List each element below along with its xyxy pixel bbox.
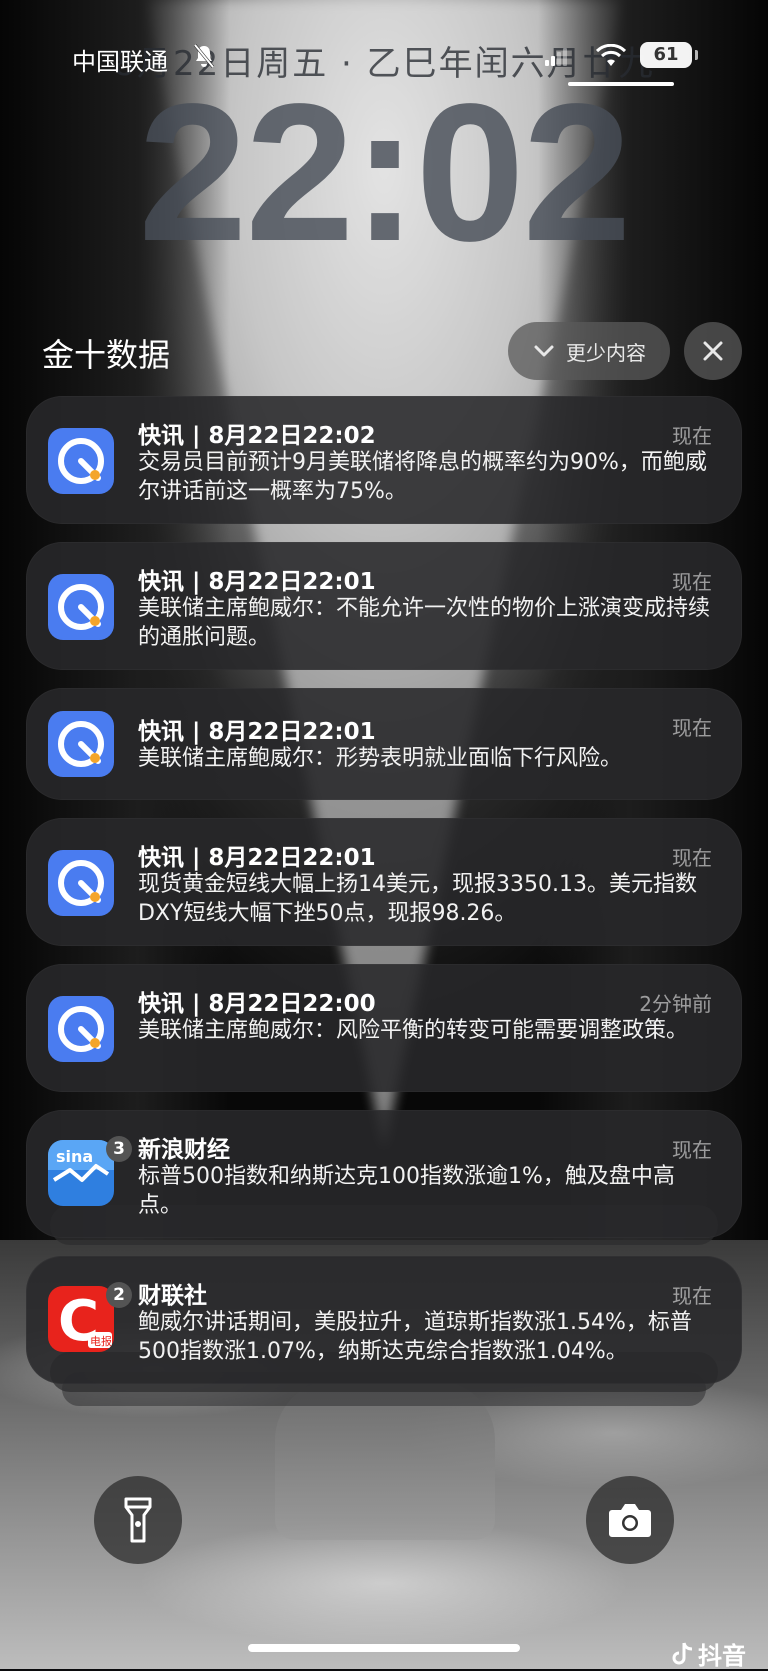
notification-title: 快讯 | 8月22日22:01 (138, 845, 376, 871)
notification-time: 现在 (672, 570, 712, 594)
notification-card[interactable]: 快讯 | 8月22日22:02 现在 交易员目前预计9月美联储将降息的概率约为9… (26, 396, 742, 524)
notification-card[interactable]: 快讯 | 8月22日22:01 现在 美联储主席鲍威尔：形势表明就业面临下行风险… (26, 688, 742, 800)
notification-group-title: 金十数据 (42, 336, 171, 374)
svg-text:电报: 电报 (90, 1334, 112, 1348)
jin10-app-icon (48, 574, 114, 640)
notification-card[interactable]: sina 3 新浪财经 现在 标普500指数和纳斯达克100指数涨逾1%，触及盘… (26, 1110, 742, 1238)
notification-body: 标普500指数和纳斯达克100指数涨逾1%，触及盘中高点。 (138, 1164, 675, 1218)
chevron-down-icon (534, 345, 554, 357)
svg-text:sina: sina (56, 1147, 93, 1166)
notification-time: 现在 (672, 1138, 712, 1162)
notification-time: 现在 (672, 424, 712, 448)
notification-body: 交易员目前预计9月美联储将降息的概率约为90%，而鲍威尔讲话前这一概率为75%。 (138, 450, 707, 504)
notification-card[interactable]: 快讯 | 8月22日22:01 现在 现货黄金短线大幅上扬14美元，现报3350… (26, 818, 742, 946)
lock-screen-clock: 22:02 (138, 63, 631, 282)
notification-title: 快讯 | 8月22日22:02 (138, 423, 376, 449)
battery-level: 61 (640, 42, 698, 68)
cls-app-icon: C 电报 (48, 1286, 114, 1352)
notification-title: 财联社 (138, 1283, 207, 1309)
jin10-app-icon (48, 996, 114, 1062)
clear-group-button[interactable] (684, 322, 742, 380)
notification-title: 快讯 | 8月22日22:01 (138, 569, 376, 595)
notification-time: 现在 (672, 846, 712, 870)
camera-button[interactable] (586, 1476, 674, 1564)
notification-time: 现在 (672, 1284, 712, 1308)
notification-title: 快讯 | 8月22日22:00 (138, 991, 376, 1017)
flashlight-icon (124, 1497, 152, 1543)
notification-card[interactable]: 快讯 | 8月22日22:01 现在 美联储主席鲍威尔：不能允许一次性的物价上涨… (26, 542, 742, 670)
douyin-watermark: 抖音 (672, 1636, 746, 1671)
show-less-button[interactable]: 更少内容 (508, 322, 670, 380)
jin10-app-icon (48, 428, 114, 494)
notification-time: 2分钟前 (639, 992, 712, 1016)
jin10-app-icon (48, 711, 114, 777)
notification-body: 美联储主席鲍威尔：不能允许一次性的物价上涨演变成持续的通胀问题。 (138, 596, 711, 650)
flashlight-button[interactable] (94, 1476, 182, 1564)
notification-body: 鲍威尔讲话期间，美股拉升，道琼斯指数涨1.54%，标普500指数涨1.07%，纳… (138, 1310, 692, 1364)
notification-time: 现在 (672, 716, 712, 740)
notification-count-badge: 3 (106, 1136, 132, 1162)
notification-card[interactable]: 快讯 | 8月22日22:00 2分钟前 美联储主席鲍威尔：风险平衡的转变可能需… (26, 964, 742, 1092)
notification-body: 美联储主席鲍威尔：形势表明就业面临下行风险。 (138, 746, 623, 771)
show-less-label: 更少内容 (566, 340, 646, 365)
douyin-watermark-text: 抖音 (698, 1642, 746, 1670)
notification-body: 现货黄金短线大幅上扬14美元，现报3350.13。美元指数DXY短线大幅下挫50… (138, 872, 697, 926)
douyin-logo-icon (672, 1642, 693, 1664)
notification-count-badge: 2 (106, 1282, 132, 1308)
jin10-app-icon (48, 850, 114, 916)
notification-card[interactable]: C 电报 2 财联社 现在 鲍威尔讲话期间，美股拉升，道琼斯指数涨1.54%，标… (26, 1256, 742, 1384)
home-indicator[interactable] (248, 1644, 520, 1652)
notification-title: 快讯 | 8月22日22:01 (138, 719, 376, 745)
sina-finance-app-icon: sina (48, 1140, 114, 1206)
notification-body: 美联储主席鲍威尔：风险平衡的转变可能需要调整政策。 (138, 1018, 689, 1043)
close-icon (703, 341, 723, 361)
notification-title: 新浪财经 (138, 1137, 230, 1163)
camera-icon (609, 1504, 651, 1537)
